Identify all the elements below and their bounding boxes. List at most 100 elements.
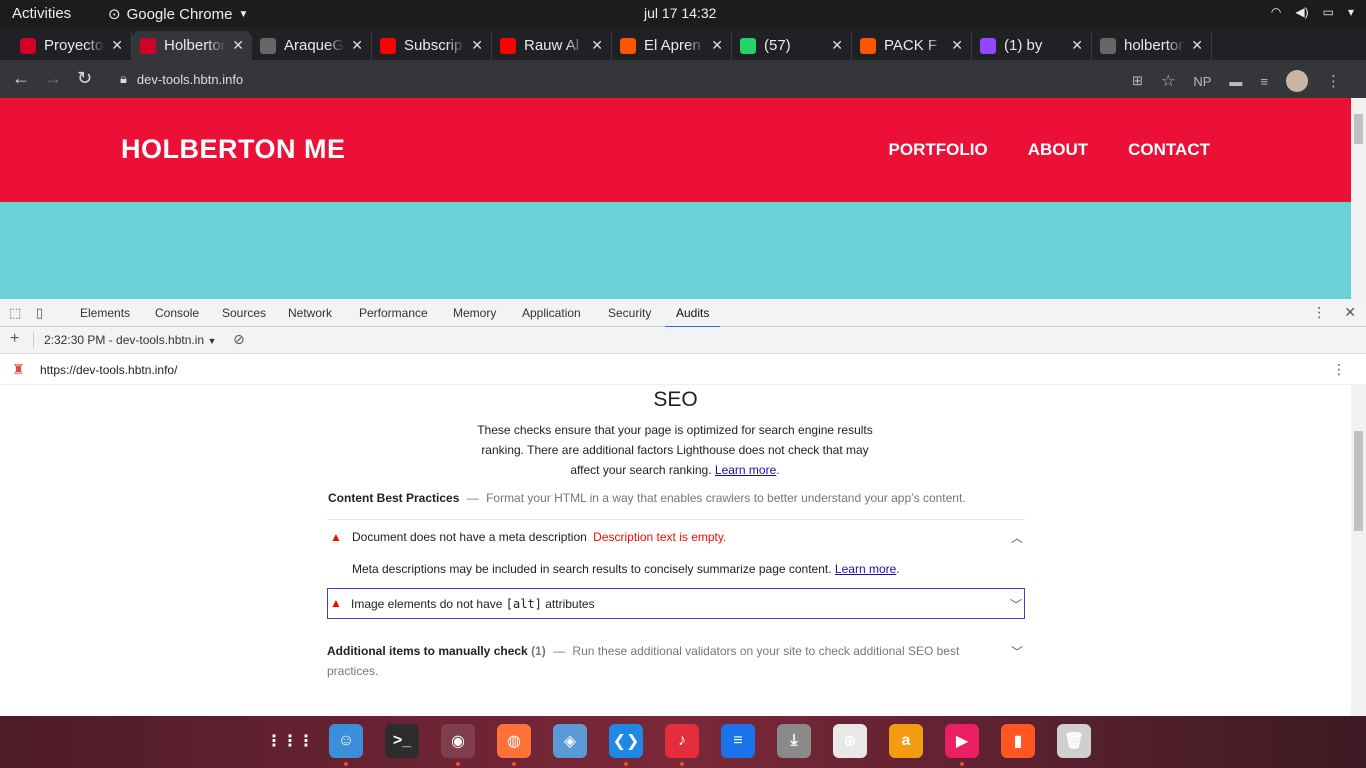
devtools-tab[interactable]: Application: [522, 306, 581, 320]
wifi-icon: ◠: [1270, 5, 1282, 19]
forward-button[interactable]: →: [44, 68, 62, 89]
browser-toolbar: ← → ↻ 🔒︎ dev-tools.hbtn.info ⊞ ☆ NP ▬ ≡ …: [0, 60, 1366, 98]
nav-about[interactable]: ABOUT: [1028, 140, 1088, 160]
chevron-down-icon: ▾: [1347, 5, 1354, 19]
learn-more-link[interactable]: Learn more: [715, 463, 776, 477]
page-scrollbar[interactable]: [1351, 98, 1366, 299]
apps-grid-icon[interactable]: ⋮⋮⋮: [266, 724, 314, 758]
close-tab-icon[interactable]: ✕: [1071, 37, 1083, 54]
activities-button[interactable]: Activities: [12, 5, 71, 22]
devtools-tab[interactable]: Memory: [453, 306, 496, 320]
close-tab-icon[interactable]: ✕: [591, 37, 603, 54]
devtools-panel: ⬚ ▯ Elements Console Sources Network Perform…: [0, 299, 1366, 716]
browser-tab[interactable]: (1) by ✕: [972, 31, 1092, 60]
report-scrollbar[interactable]: [1351, 385, 1366, 716]
tab-title: Rauw Al: [524, 37, 580, 54]
close-devtools-icon[interactable]: ✕: [1344, 304, 1356, 321]
app-menu[interactable]: ⊙ Google Chrome ▼: [108, 5, 248, 24]
close-tab-icon[interactable]: ✕: [471, 37, 483, 54]
lighthouse-icon: ♜: [12, 361, 25, 377]
extension-icon[interactable]: ▬: [1229, 74, 1242, 89]
avatar[interactable]: [1286, 70, 1308, 92]
close-tab-icon[interactable]: ✕: [951, 37, 963, 54]
trash-icon[interactable]: 🗑: [1057, 724, 1091, 758]
more-menu-icon[interactable]: ⋮: [1326, 72, 1341, 90]
close-tab-icon[interactable]: ✕: [831, 37, 843, 54]
devtools-tab[interactable]: Elements: [80, 306, 130, 320]
devtools-tab[interactable]: Sources: [222, 306, 266, 320]
chevron-down-icon[interactable]: ﹀: [1010, 596, 1022, 613]
scrollbar-thumb[interactable]: [1354, 431, 1363, 531]
vscode-icon[interactable]: ❮❯: [609, 724, 643, 758]
close-tab-icon[interactable]: ✕: [111, 37, 123, 54]
amazon-icon[interactable]: a: [889, 724, 923, 758]
close-tab-icon[interactable]: ✕: [351, 37, 363, 54]
devtools-tab[interactable]: Performance: [359, 306, 428, 320]
new-audit-button[interactable]: +: [10, 330, 19, 348]
clock[interactable]: jul 17 14:32: [644, 5, 716, 21]
browser-tab[interactable]: AraqueG ✕: [252, 31, 372, 60]
np-extension-button[interactable]: NP: [1193, 74, 1211, 89]
close-tab-icon[interactable]: ✕: [1191, 37, 1203, 54]
learn-more-link[interactable]: Learn more: [835, 562, 896, 576]
nav-portfolio[interactable]: PORTFOLIO: [889, 140, 988, 160]
terminal-icon[interactable]: >_: [385, 724, 419, 758]
browser-tab[interactable]: (57) ✕: [732, 31, 852, 60]
devtools-menu-icon[interactable]: ⋮: [1312, 304, 1326, 321]
manual-checks-group[interactable]: Additional items to manually check (1) —…: [327, 641, 967, 681]
audit-detail: Meta descriptions may be included in sea…: [352, 562, 900, 576]
report-menu-icon[interactable]: ⋮: [1332, 361, 1346, 378]
video-icon[interactable]: ▶: [945, 724, 979, 758]
devtools-tab[interactable]: Audits: [665, 306, 721, 328]
close-tab-icon[interactable]: ✕: [711, 37, 723, 54]
close-tab-icon[interactable]: ✕: [232, 37, 244, 54]
media-queue-icon[interactable]: ≡: [1260, 74, 1268, 89]
help-icon[interactable]: ⊕: [833, 724, 867, 758]
devtools-tab[interactable]: Network: [288, 306, 332, 320]
browser-tab[interactable]: holberton ✕: [1092, 31, 1212, 60]
devtools-tab[interactable]: Console: [155, 306, 199, 320]
divider: [327, 519, 1025, 520]
remote-icon[interactable]: ◈: [553, 724, 587, 758]
report-url[interactable]: https://dev-tools.hbtn.info/: [40, 363, 177, 377]
system-tray[interactable]: ◠ ◀) ▭ ▾: [1271, 5, 1354, 19]
inspect-element-icon[interactable]: ⬚: [9, 305, 21, 321]
devtools-tab[interactable]: Security: [608, 306, 651, 320]
scrollbar-thumb[interactable]: [1354, 114, 1363, 144]
writer-icon[interactable]: ≡: [721, 724, 755, 758]
chrome-icon[interactable]: ◉: [441, 724, 475, 758]
music-icon[interactable]: ♪: [665, 724, 699, 758]
browser-tab[interactable]: PACK F ✕: [852, 31, 972, 60]
bookmark-star-icon[interactable]: ☆: [1161, 71, 1175, 91]
browser-tab[interactable]: Holberton ✕: [132, 31, 252, 60]
browser-tab[interactable]: Subscrip ✕: [372, 31, 492, 60]
audits-toolbar: + 2:32:30 PM - dev-tools.hbtn.in ▼ ⊘: [0, 327, 1366, 354]
files-icon[interactable]: ☺: [329, 724, 363, 758]
tab-title: Subscrip: [404, 37, 463, 54]
back-button[interactable]: ←: [12, 68, 30, 89]
running-indicator: [512, 762, 516, 766]
firefox-icon[interactable]: ◍: [497, 724, 531, 758]
report-select[interactable]: 2:32:30 PM - dev-tools.hbtn.in ▼: [44, 333, 216, 347]
reload-button[interactable]: ↻: [77, 68, 92, 89]
browser-tab[interactable]: Rauw Al ✕: [492, 31, 612, 60]
phone-icon[interactable]: ▮: [1001, 724, 1035, 758]
audit-detail-text: Meta descriptions may be included in sea…: [352, 562, 832, 576]
audit-meta-description[interactable]: ▲ Document does not have a meta descript…: [327, 530, 1025, 552]
system-top-bar: Activities ⊙ Google Chrome ▼ jul 17 14:3…: [0, 0, 1366, 27]
clear-reports-icon[interactable]: ⊘: [233, 331, 245, 348]
browser-tab[interactable]: El Apren ✕: [612, 31, 732, 60]
device-toolbar-icon[interactable]: ▯: [36, 305, 43, 321]
site-logo[interactable]: HOLBERTON ME: [121, 134, 346, 165]
address-bar[interactable]: 🔒︎ dev-tools.hbtn.info: [120, 71, 243, 87]
browser-tab[interactable]: Proyecto ✕: [12, 31, 132, 60]
audit-image-alt[interactable]: ▲ Image elements do not have [alt] attri…: [327, 588, 1025, 619]
chevron-down-icon[interactable]: ﹀: [1011, 643, 1023, 660]
install-icon[interactable]: ⤓: [777, 724, 811, 758]
running-indicator: [680, 762, 684, 766]
tab-title: El Apren: [644, 37, 701, 54]
nav-contact[interactable]: CONTACT: [1128, 140, 1210, 160]
github-icon: [260, 37, 276, 54]
chevron-up-icon[interactable]: ︿: [1011, 529, 1023, 546]
translate-icon[interactable]: ⊞: [1132, 73, 1143, 89]
